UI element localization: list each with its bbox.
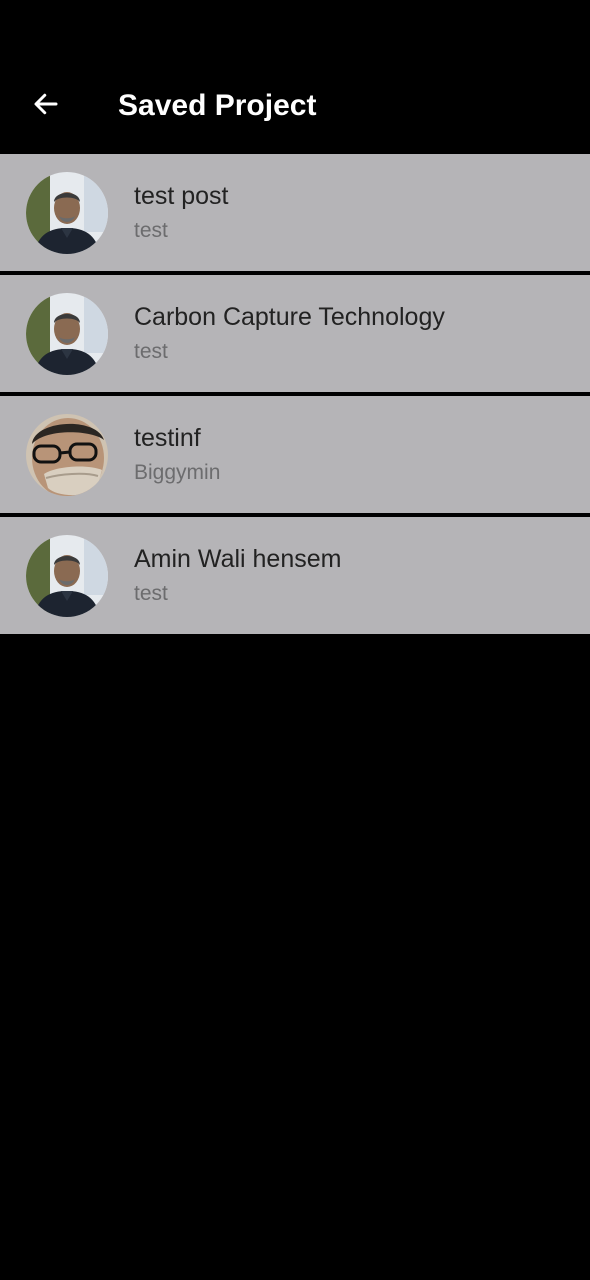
avatar: [26, 172, 108, 254]
project-title: Carbon Capture Technology: [134, 303, 445, 331]
saved-project-list: test post test Carbon Capture Technology…: [0, 154, 590, 634]
man-portrait-avatar: [26, 172, 108, 254]
project-title: testinf: [134, 424, 201, 452]
project-title: Amin Wali hensem: [134, 545, 342, 573]
list-item[interactable]: test post test: [0, 154, 590, 275]
list-item[interactable]: Carbon Capture Technology test: [0, 275, 590, 396]
man-portrait-avatar: [26, 535, 108, 617]
list-item[interactable]: testinf Biggymin: [0, 396, 590, 517]
avatar: [26, 535, 108, 617]
back-button[interactable]: [22, 80, 70, 132]
arrow-left-icon: [31, 89, 61, 124]
list-item[interactable]: Amin Wali hensem test: [0, 517, 590, 634]
page-title: Saved Project: [118, 89, 317, 122]
project-subtitle: Biggymin: [134, 461, 221, 484]
project-subtitle: test: [134, 582, 168, 605]
project-subtitle: test: [134, 340, 168, 363]
app-bar: Saved Project: [0, 0, 590, 154]
avatar: [26, 293, 108, 375]
glasses-selfie-avatar: [26, 414, 108, 496]
man-portrait-avatar: [26, 293, 108, 375]
project-title: test post: [134, 182, 229, 210]
avatar: [26, 414, 108, 496]
project-subtitle: test: [134, 219, 168, 242]
